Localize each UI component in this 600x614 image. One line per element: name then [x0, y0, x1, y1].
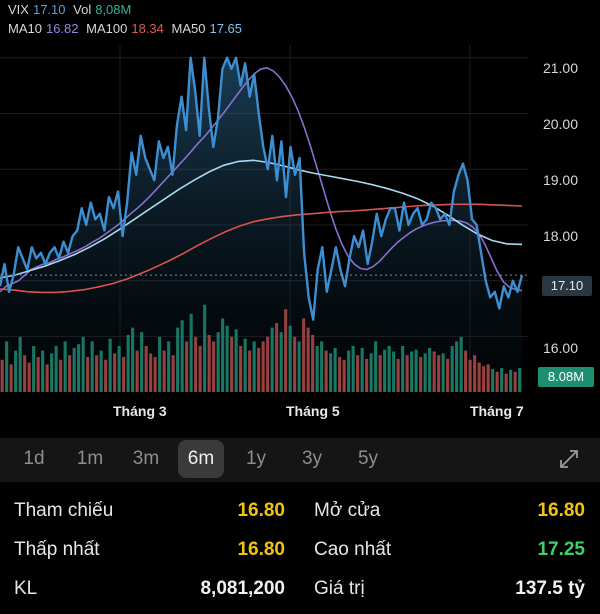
stats-row-3: KL 8,081,200 Giá trị 137.5 tỷ — [0, 578, 600, 614]
stat-value-tham-chieu: 16.80 — [237, 500, 285, 521]
stat-label-mo-cua: Mở cửa — [314, 500, 381, 521]
range-6m-button[interactable]: 6m — [178, 440, 224, 478]
y-tick-label: 19.00 — [542, 172, 578, 188]
legend-ma50-label: MA50 — [171, 21, 206, 36]
y-tick-label: 20.00 — [542, 116, 578, 132]
range-1m-button[interactable]: 1m — [68, 440, 112, 478]
legend-row-price: VIX 17.10 Vol 8,08M — [8, 2, 135, 17]
time-range-selector: 1d 1m 3m 6m 1y 3y 5y — [0, 438, 600, 482]
range-1y-button[interactable]: 1y — [236, 440, 276, 478]
current-volume-tag: 8.08M — [538, 367, 594, 387]
range-3y-button[interactable]: 3y — [292, 440, 332, 478]
stat-label-thap-nhat: Thấp nhất — [14, 539, 100, 560]
legend-symbol: VIX — [8, 2, 29, 17]
legend-ma10-label: MA10 — [8, 21, 42, 36]
range-1d-button[interactable]: 1d — [14, 440, 54, 478]
stat-label-cao-nhat: Cao nhất — [314, 539, 392, 560]
price-chart-svg[interactable] — [0, 0, 600, 430]
range-3m-button[interactable]: 3m — [124, 440, 168, 478]
x-tick-label: Tháng 3 — [113, 403, 167, 419]
stat-value-mo-cua: 16.80 — [537, 500, 585, 521]
stat-label-kl: KL — [14, 578, 38, 599]
y-tick-label: 16.00 — [542, 340, 578, 356]
y-tick-label: 18.00 — [542, 228, 578, 244]
y-tick-label: 21.00 — [542, 60, 578, 76]
range-5y-button[interactable]: 5y — [348, 440, 388, 478]
legend-vol-value: 8,08M — [95, 2, 132, 17]
current-price-tag: 17.10 — [542, 276, 592, 296]
stat-label-gia-tri: Giá trị — [314, 578, 365, 599]
x-tick-label: Tháng 5 — [286, 403, 340, 419]
legend-ma10-value: 16.82 — [45, 21, 79, 36]
expand-icon[interactable] — [558, 448, 580, 470]
stat-label-tham-chieu: Tham chiếu — [14, 500, 114, 521]
stat-value-kl: 8,081,200 — [200, 578, 285, 599]
stats-row-1: Tham chiếu 16.80 Mở cửa 16.80 — [0, 500, 600, 536]
stats-row-2: Thấp nhất 16.80 Cao nhất 17.25 — [0, 539, 600, 575]
legend-price: 17.10 — [32, 2, 66, 17]
stock-chart[interactable]: VIX 17.10 Vol 8,08M MA10 16.82 MA100 18.34 M… — [0, 0, 600, 430]
legend-ma100-value: 18.34 — [131, 21, 164, 36]
legend-row-ma: MA10 16.82 MA100 18.34 MA50 17.65 — [8, 21, 246, 36]
stat-value-thap-nhat: 16.80 — [237, 539, 285, 560]
stat-value-gia-tri: 137.5 tỷ — [515, 578, 585, 599]
legend-ma100-label: MA100 — [86, 21, 128, 36]
stat-value-cao-nhat: 17.25 — [537, 539, 585, 560]
x-tick-label: Tháng 7 — [470, 403, 524, 419]
legend-vol-label: Vol — [73, 2, 92, 17]
legend-ma50-value: 17.65 — [209, 21, 243, 36]
